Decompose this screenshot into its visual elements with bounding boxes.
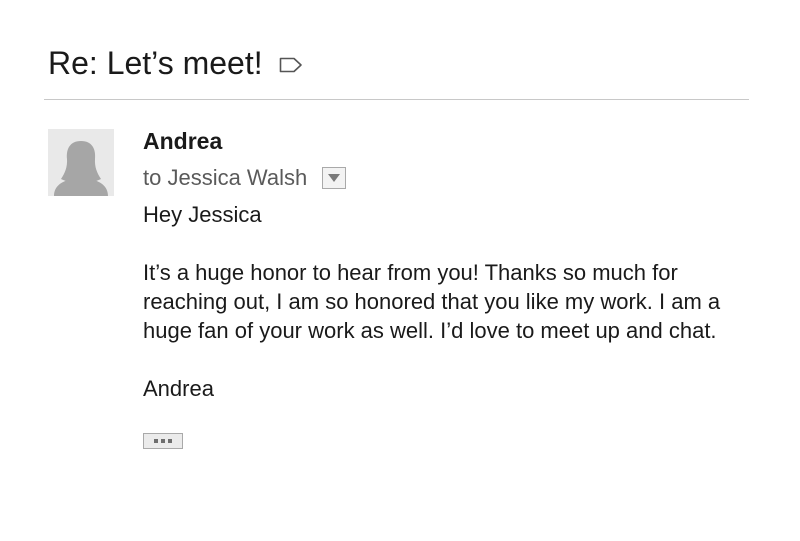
recipient-line: to Jessica Walsh (143, 165, 308, 190)
ellipsis-icon (161, 439, 165, 443)
email-subject: Re: Let’s meet! (48, 45, 263, 81)
sender-avatar[interactable] (48, 129, 114, 196)
message-paragraph: It’s a huge honor to hear from you! Than… (143, 260, 721, 343)
message-body: Hey Jessica It’s a huge honor to hear fr… (143, 200, 763, 403)
person-silhouette-icon (54, 141, 108, 196)
subject-divider (44, 99, 749, 100)
message-greeting: Hey Jessica (143, 202, 262, 227)
ellipsis-icon (154, 439, 158, 443)
label-icon[interactable] (279, 57, 303, 73)
message-signature: Andrea (143, 376, 214, 401)
show-details-button[interactable] (322, 167, 347, 189)
ellipsis-icon (168, 439, 172, 443)
sender-name[interactable]: Andrea (143, 125, 763, 157)
recipient-row: to Jessica Walsh (143, 162, 763, 194)
triangle-down-icon (328, 174, 341, 182)
show-trimmed-content-button[interactable] (143, 433, 183, 449)
email-thread-view: Re: Let’s meet! Andrea to Jessica Walsh … (0, 0, 800, 541)
subject-row: Re: Let’s meet! (48, 41, 303, 85)
message: Andrea to Jessica Walsh Hey Jessica It’s… (143, 125, 763, 449)
